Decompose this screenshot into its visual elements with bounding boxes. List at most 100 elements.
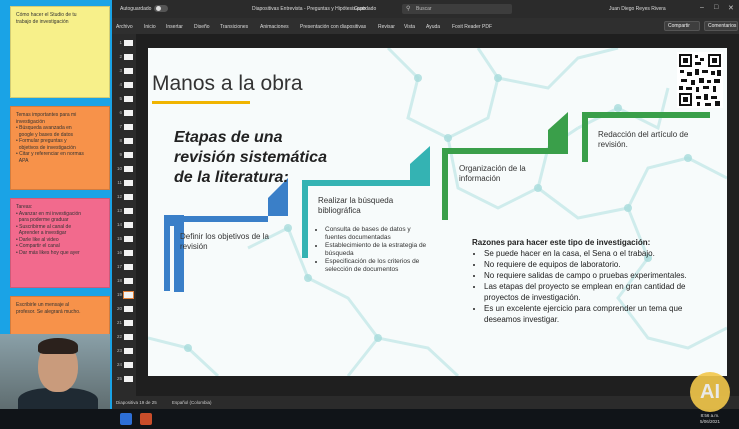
share-button[interactable]: Compartir [664,21,700,31]
slide-thumbnail[interactable]: 19 [114,290,134,300]
slide-thumbnail[interactable]: 10 [114,164,134,174]
slide-thumbnail-preview [124,54,133,60]
step1-text[interactable]: Definir los objetivos de la revisión [180,232,290,252]
slide-thumbnail[interactable]: 23 [114,346,134,356]
reasons-box[interactable]: Razones para hacer este tipo de investig… [472,237,720,325]
list-item: No requiere salidas de campo o pruebas e… [484,270,720,281]
slide-thumbnail-number: 17 [116,264,122,269]
sticky-note-text: Temas importantes para mi investigación … [16,112,84,164]
slide-thumbnail-number: 6 [119,110,122,115]
slide-thumbnail-preview [124,82,133,88]
slide-thumbnail[interactable]: 9 [114,150,134,160]
slide-thumbnail[interactable]: 17 [114,262,134,272]
slide-thumbnail[interactable]: 3 [114,66,134,76]
minimize-icon[interactable]: – [700,4,704,11]
sticky-note-text: Tareas: • Avanzar en mi investigación pa… [16,204,82,256]
slide-thumbnail[interactable]: 8 [114,136,134,146]
powerpoint-taskbar-icon[interactable] [140,413,152,425]
step3-text[interactable]: Organización de la información [459,164,559,184]
slide-thumbnail-number: 20 [116,306,122,311]
tab-archivo[interactable]: Archivo [116,24,133,30]
reasons-title: Razones para hacer este tipo de investig… [472,238,651,247]
slide-thumbnail-preview [124,376,133,382]
slide-thumbnail-preview [124,362,133,368]
sticky-note-2[interactable]: Temas importantes para mi investigación … [10,106,110,190]
tab-foxit[interactable]: Foxit Reader PDF [452,24,492,30]
slide-thumbnail[interactable]: 18 [114,276,134,286]
slide-thumbnail[interactable]: 15 [114,234,134,244]
tab-animaciones[interactable]: Animaciones [260,24,289,30]
slide-thumbnail[interactable]: 24 [114,360,134,370]
slide-thumbnail[interactable]: 22 [114,332,134,342]
presenter-hair [38,338,78,354]
slide-thumbnail[interactable]: 1 [114,38,134,48]
maximize-icon[interactable]: □ [714,4,718,11]
step2-text[interactable]: Realizar la búsqueda bibliográfica [318,196,418,216]
tab-ayuda[interactable]: Ayuda [426,24,440,30]
slide-thumbnail-number: 2 [119,54,122,59]
autosave-toggle[interactable] [154,5,168,12]
slide-thumbnail-preview [124,320,133,326]
tab-transiciones[interactable]: Transiciones [220,24,248,30]
slide-thumbnail-number: 19 [116,292,122,297]
tab-insertar[interactable]: Insertar [166,24,183,30]
tab-vista[interactable]: Vista [404,24,415,30]
slide-thumbnail-number: 8 [119,138,122,143]
taskbar-clock[interactable]: 8:56 a.m. 5/06/2021 [700,413,720,425]
search-input[interactable]: ⚲ Buscar [402,4,512,14]
slide-thumbnail-preview [124,180,133,186]
slide-thumbnail[interactable]: 5 [114,94,134,104]
slide-heading[interactable]: Etapas de una revisión sistemática de la… [174,128,344,188]
slide-thumbnail-preview [124,124,133,130]
tab-diseno[interactable]: Diseño [194,24,210,30]
slide-thumbnail[interactable]: 13 [114,206,134,216]
tab-presentacion[interactable]: Presentación con diapositivas [300,24,366,30]
slide-thumbnail[interactable]: 14 [114,220,134,230]
slide-thumbnail-number: 7 [119,124,122,129]
search-icon: ⚲ [406,6,411,12]
step2-bullets[interactable]: Consulta de bases de datos y fuentes doc… [318,226,430,274]
slide-thumbnail[interactable]: 4 [114,80,134,90]
slide-thumbnail[interactable]: 12 [114,192,134,202]
tab-inicio[interactable]: Inicio [144,24,156,30]
qr-code-icon [677,52,723,108]
title-underline [152,101,250,104]
slide-thumbnail-preview [124,96,133,102]
language-indicator[interactable]: Español (Colombia) [172,400,212,405]
close-icon[interactable]: ✕ [728,4,734,12]
slide-thumbnail-preview [124,138,133,144]
slide-thumbnail[interactable]: 11 [114,178,134,188]
slide-thumbnail-number: 25 [116,376,122,381]
slide-thumbnail[interactable]: 25 [114,374,134,384]
document-title: Diapositivas Entrevista - Preguntas y Hi… [252,6,367,12]
slide-thumbnail-number: 4 [119,82,122,87]
hexagon-pattern-background [148,48,727,376]
slide-thumbnail-number: 18 [116,278,122,283]
slide-thumbnail[interactable]: 16 [114,248,134,258]
list-item: Establecimiento de la estrategia de búsq… [325,242,430,258]
slide-thumbnail-preview [124,40,133,46]
slide-thumbnail-preview [124,236,133,242]
slide-thumbnail-number: 11 [117,180,122,185]
list-item: Las etapas del proyecto se emplean en gr… [484,281,720,303]
step4-text[interactable]: Redacción del artículo de revisión. [598,130,708,150]
sticky-note-3[interactable]: Tareas: • Avanzar en mi investigación pa… [10,198,110,288]
user-name[interactable]: Juan Diego Reyes Rivera [609,6,666,12]
sticky-note-1[interactable]: Cómo hacer el Studio de tu trabajo de in… [10,6,110,98]
list-item: Especificación de los criterios de selec… [325,258,430,274]
slide-thumbnail[interactable]: 7 [114,122,134,132]
slide-thumbnail[interactable]: 2 [114,52,134,62]
comments-button[interactable]: Comentarios [704,21,738,31]
slide-thumbnail-preview [124,208,133,214]
slide-title[interactable]: Manos a la obra [152,72,303,96]
slide-thumbnail[interactable]: 6 [114,108,134,118]
slide-thumbnail-preview [124,166,133,172]
windows-start-icon[interactable] [120,413,132,425]
current-slide[interactable]: Manos a la obra Etapas de una revisión s… [148,48,727,376]
search-placeholder: Buscar [416,6,432,12]
slide-thumbnail[interactable]: 20 [114,304,134,314]
slide-thumbnail-preview [124,264,133,270]
slide-thumbnail[interactable]: 21 [114,318,134,328]
tab-revisar[interactable]: Revisar [378,24,395,30]
slide-thumbnail-number: 5 [119,96,122,101]
